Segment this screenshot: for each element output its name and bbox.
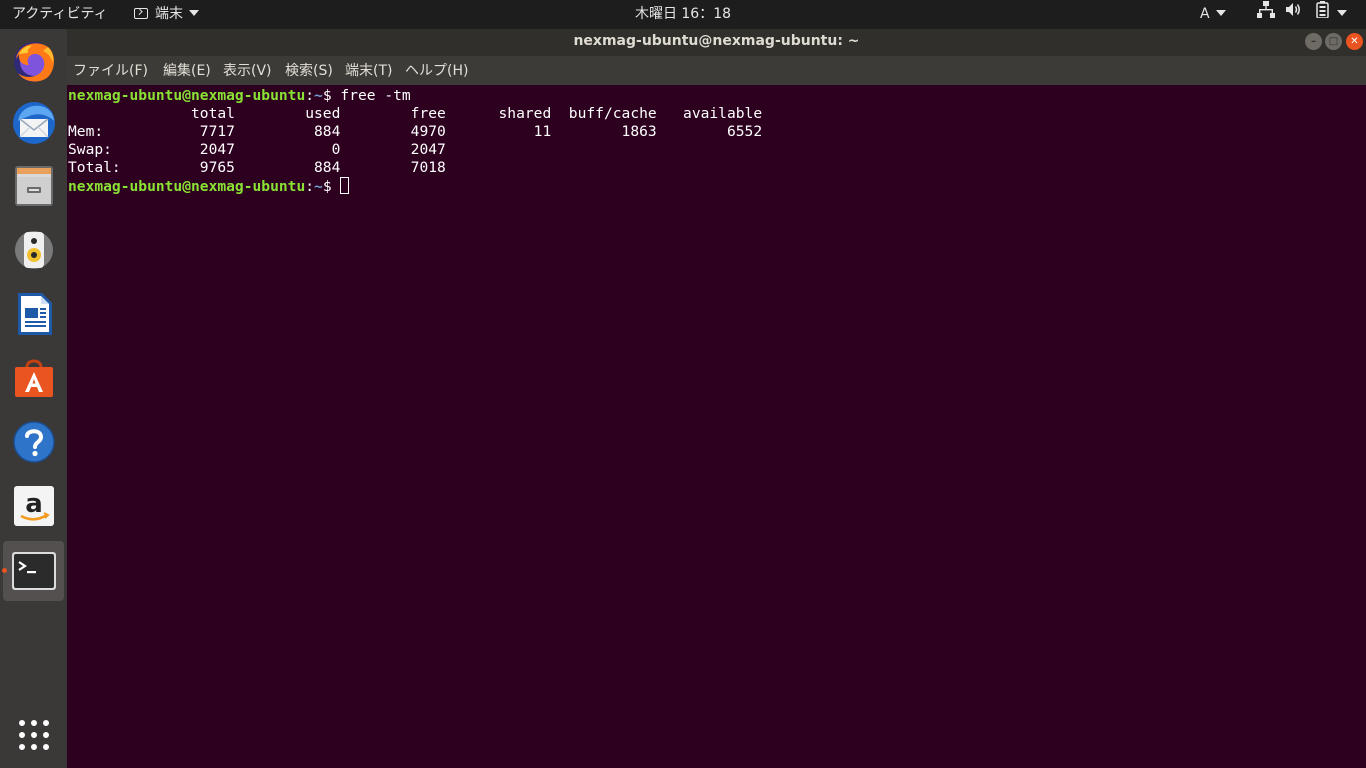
output-mem: Mem: 7717 884 4970 11 1863 6552 — [68, 123, 763, 140]
prompt-line: nexmag-ubuntu@nexmag-ubuntu:~$ — [68, 177, 350, 195]
menu-view[interactable]: 表示(V) — [223, 56, 272, 85]
prompt-user: nexmag-ubuntu@nexmag-ubuntu — [68, 178, 306, 195]
dock-libreoffice-writer[interactable] — [3, 284, 64, 344]
dock-help[interactable] — [3, 412, 64, 472]
menu-terminal[interactable]: 端末(T) — [345, 56, 392, 85]
help-icon — [12, 421, 55, 463]
prompt-line: nexmag-ubuntu@nexmag-ubuntu:~$ free -tm — [68, 87, 411, 105]
prompt-user: nexmag-ubuntu@nexmag-ubuntu — [68, 87, 306, 104]
chevron-down-icon — [1337, 10, 1347, 16]
menu-file[interactable]: ファイル(F) — [73, 56, 148, 85]
chevron-down-icon — [189, 10, 199, 16]
running-indicator — [2, 568, 7, 573]
dock-amazon[interactable]: a — [3, 476, 64, 536]
activities-button[interactable]: アクティビティ — [12, 0, 108, 29]
speaker-icon — [14, 231, 53, 269]
system-menu-button[interactable] — [1331, 0, 1347, 29]
battery-icon[interactable] — [1315, 0, 1331, 29]
prompt-colon: : — [305, 87, 315, 104]
menu-bar: ファイル(F) 編集(E) 表示(V) 検索(S) 端末(T) ヘルプ(H) — [67, 56, 1366, 85]
network-icon[interactable] — [1257, 0, 1275, 29]
maximize-icon: □ — [1328, 36, 1339, 47]
minimize-icon: – — [1311, 36, 1316, 47]
menu-help[interactable]: ヘルプ(H) — [405, 56, 468, 85]
dock-show-apps[interactable] — [3, 705, 64, 765]
prompt-path: ~ — [314, 178, 323, 195]
window-title: nexmag-ubuntu@nexmag-ubuntu: ~ — [573, 33, 860, 49]
output-swap: Swap: 2047 0 2047 — [68, 141, 446, 158]
dock-software[interactable] — [3, 348, 64, 408]
app-menu[interactable]: 端末 — [134, 0, 199, 29]
window-titlebar[interactable]: nexmag-ubuntu@nexmag-ubuntu: ~ – □ ✕ — [67, 29, 1366, 56]
prompt-colon: : — [305, 178, 315, 195]
command-text: free -tm — [340, 87, 411, 104]
menu-edit[interactable]: 編集(E) — [163, 56, 211, 85]
writer-icon — [17, 293, 52, 335]
terminal-window: nexmag-ubuntu@nexmag-ubuntu: ~ – □ ✕ ファイ… — [67, 29, 1366, 768]
terminal-mini-icon — [134, 8, 148, 19]
software-bag-icon — [14, 359, 53, 397]
text-cursor — [340, 177, 350, 194]
minimize-button[interactable]: – — [1305, 33, 1322, 50]
output-total: Total: 9765 884 7018 — [68, 159, 446, 176]
volume-icon[interactable] — [1285, 0, 1303, 29]
prompt-path: ~ — [314, 87, 323, 104]
amazon-icon: a — [13, 486, 54, 526]
prompt-symbol: $ — [322, 87, 341, 104]
maximize-button[interactable]: □ — [1325, 33, 1342, 50]
dock-files[interactable] — [3, 156, 64, 216]
dock-firefox[interactable] — [3, 31, 64, 91]
thunderbird-icon — [12, 102, 55, 144]
prompt-symbol: $ — [322, 178, 341, 195]
input-method-label: A — [1200, 6, 1210, 22]
firefox-icon — [13, 42, 54, 82]
top-bar: アクティビティ 端末 木曜日 16：18 A — [0, 0, 1366, 29]
dock-thunderbird[interactable] — [3, 93, 64, 153]
dock: a — [0, 29, 67, 768]
output-header: total used free shared buff/cache availa… — [68, 105, 763, 122]
app-grid-icon — [18, 720, 49, 750]
input-method-indicator[interactable]: A — [1200, 0, 1226, 29]
dock-rhythmbox[interactable] — [3, 220, 64, 280]
files-icon — [14, 166, 53, 206]
terminal-output[interactable]: nexmag-ubuntu@nexmag-ubuntu:~$ free -tm … — [67, 85, 1366, 768]
menu-search[interactable]: 検索(S) — [285, 56, 333, 85]
close-button[interactable]: ✕ — [1346, 33, 1363, 50]
terminal-icon — [11, 552, 56, 590]
chevron-down-icon — [1215, 10, 1226, 16]
close-icon: ✕ — [1350, 36, 1359, 47]
app-menu-label: 端末 — [155, 6, 183, 22]
clock-container: 木曜日 16：18 — [0, 0, 1366, 29]
svg-text:a: a — [25, 489, 43, 519]
clock[interactable]: 木曜日 16：18 — [635, 6, 731, 22]
dock-terminal[interactable] — [3, 541, 64, 601]
